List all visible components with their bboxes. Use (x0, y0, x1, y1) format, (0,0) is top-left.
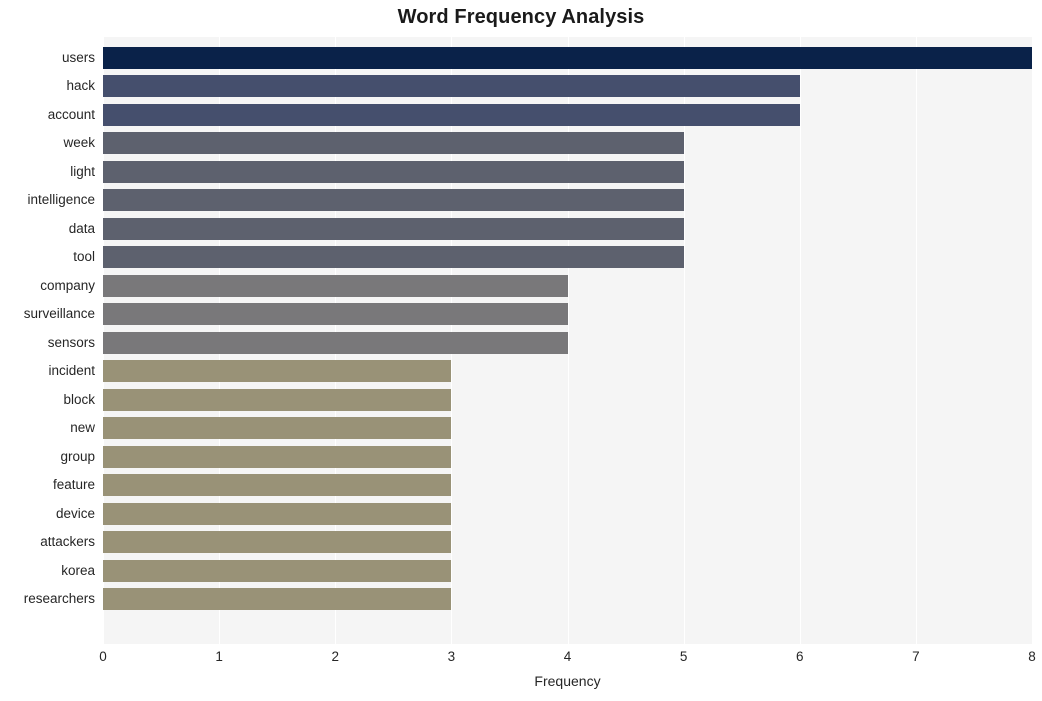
bar-row[interactable] (103, 246, 684, 269)
bar-row[interactable] (103, 103, 800, 126)
bar-row[interactable] (103, 47, 1032, 69)
bar-group[interactable] (103, 445, 452, 468)
bar-researchers[interactable] (103, 588, 452, 611)
bar-incident[interactable] (103, 360, 452, 383)
y-tick-label-researchers: researchers (23, 591, 95, 607)
y-tick-label-company: company (40, 277, 95, 293)
y-tick-label-light: light (70, 163, 95, 179)
x-tick-label-8: 8 (1028, 649, 1036, 664)
y-tick-label-korea: korea (61, 562, 95, 578)
bar-row[interactable] (103, 588, 452, 611)
y-tick-label-new: new (70, 420, 95, 436)
bar-row[interactable] (103, 132, 684, 155)
y-tick-label-incident: incident (48, 363, 95, 379)
y-tick-label-surveillance: surveillance (23, 306, 95, 322)
bar-account[interactable] (103, 103, 800, 126)
x-tick-label-0: 0 (99, 649, 107, 664)
bar-sensors[interactable] (103, 331, 568, 354)
y-tick-label-sensors: sensors (47, 334, 95, 350)
bar-light[interactable] (103, 160, 684, 183)
bar-feature[interactable] (103, 474, 452, 497)
bar-row[interactable] (103, 331, 568, 354)
bar-korea[interactable] (103, 559, 452, 582)
y-tick-label-tool: tool (73, 249, 95, 265)
bar-row[interactable] (103, 502, 452, 525)
y-tick-label-device: device (55, 505, 95, 521)
x-axis: 0 1 2 3 4 5 6 7 8 (99, 644, 1036, 670)
bar-row[interactable] (103, 217, 684, 240)
x-tick-label-5: 5 (679, 649, 688, 664)
x-tick-label-7: 7 (912, 649, 920, 664)
chart-title: Word Frequency Analysis (397, 6, 645, 28)
bar-intelligence[interactable] (103, 189, 684, 212)
y-tick-label-users: users (61, 50, 95, 65)
y-axis: users hack account week light intelligence dat… (0, 37, 95, 644)
x-tick-label-4: 4 (563, 649, 572, 664)
bar-row[interactable] (103, 559, 452, 582)
bar-row[interactable] (103, 75, 800, 98)
x-tick-label-3: 3 (447, 649, 456, 664)
y-tick-label-intelligence: intelligence (27, 192, 95, 208)
y-tick-label-feature: feature (52, 477, 95, 493)
y-tick-label-block: block (63, 391, 95, 407)
bar-new[interactable] (103, 417, 452, 440)
bar-block[interactable] (103, 388, 452, 411)
bar-row[interactable] (103, 445, 452, 468)
y-tick-label-data: data (68, 220, 95, 236)
plot-area (103, 37, 1033, 644)
gridline-x-8 (1032, 37, 1033, 644)
bar-row[interactable] (103, 531, 452, 554)
bar-tool[interactable] (103, 246, 684, 269)
bar-row[interactable] (103, 388, 452, 411)
bar-company[interactable] (103, 274, 568, 297)
word-frequency-bar-chart: Word Frequency Analysis users hack account… (0, 0, 1042, 701)
bar-users[interactable] (103, 47, 1032, 69)
x-axis-label: Frequency (534, 673, 601, 689)
bar-surveillance[interactable] (103, 303, 568, 326)
bar-row[interactable] (103, 474, 452, 497)
bar-row[interactable] (103, 417, 452, 440)
bar-week[interactable] (103, 132, 684, 155)
bar-row[interactable] (103, 274, 568, 297)
bar-device[interactable] (103, 502, 452, 525)
bar-data[interactable] (103, 217, 684, 240)
bars-layer (103, 37, 1032, 644)
x-tick-label-2: 2 (331, 649, 340, 664)
bar-row[interactable] (103, 303, 568, 326)
y-tick-label-week: week (63, 135, 95, 151)
y-tick-label-account: account (47, 106, 95, 122)
bar-hack[interactable] (103, 75, 800, 98)
bar-row[interactable] (103, 189, 684, 212)
bar-row[interactable] (103, 360, 452, 383)
y-tick-label-attackers: attackers (40, 534, 95, 550)
y-tick-label-hack: hack (66, 78, 95, 94)
x-tick-label-1: 1 (215, 649, 223, 664)
x-tick-label-6: 6 (795, 649, 804, 664)
bar-attackers[interactable] (103, 531, 452, 554)
bar-row[interactable] (103, 160, 684, 183)
y-tick-label-group: group (60, 448, 95, 464)
